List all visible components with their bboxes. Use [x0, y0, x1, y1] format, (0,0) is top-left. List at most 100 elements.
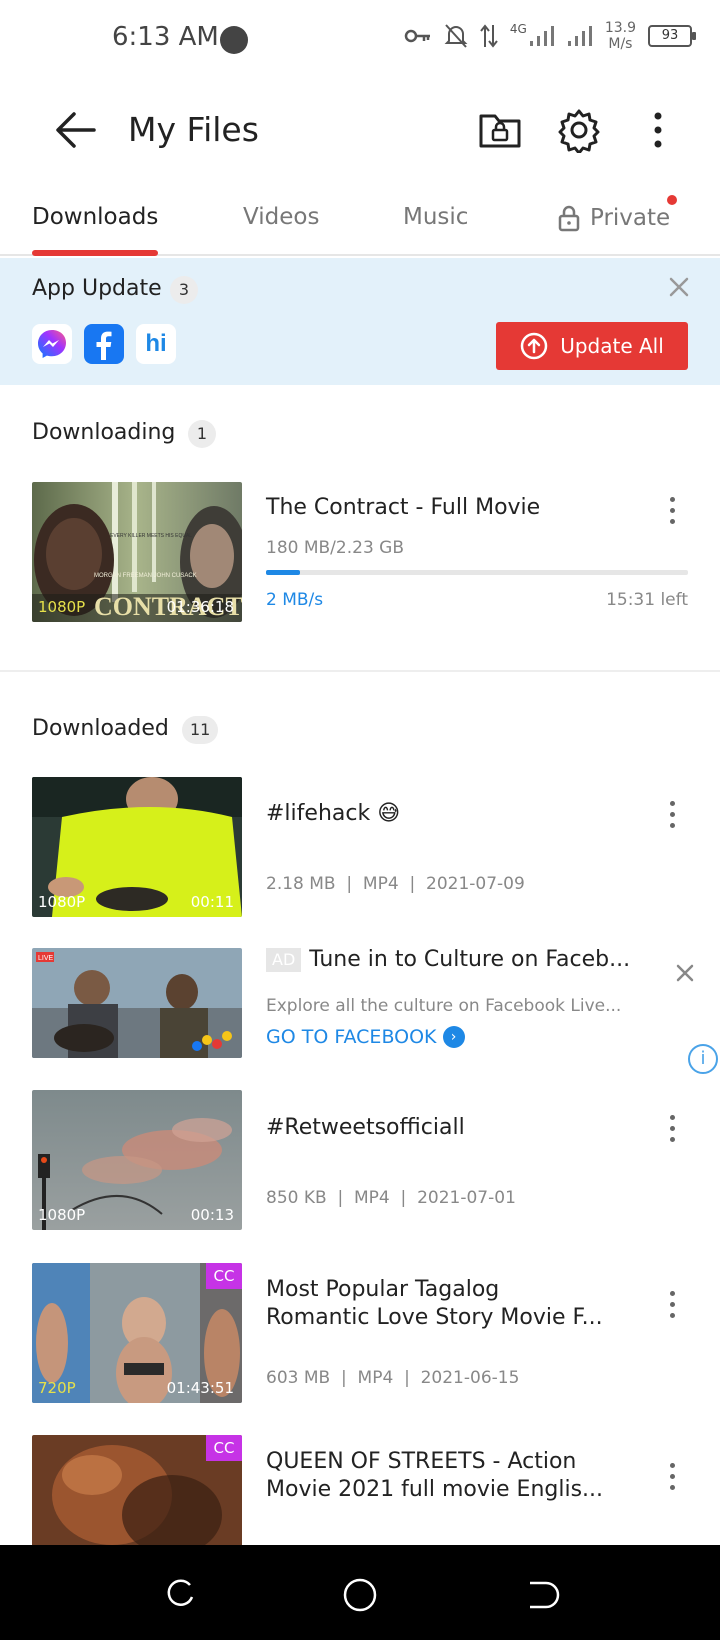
- section-divider: [0, 670, 720, 672]
- back-nav-icon: [530, 1581, 560, 1609]
- chevron-right-icon: ›: [442, 1026, 465, 1048]
- more-options-button[interactable]: [630, 102, 686, 158]
- app-update-title: App Update: [32, 276, 162, 301]
- duration-label: 01:43:51: [166, 1379, 234, 1397]
- video-title: #lifehack 😅: [266, 801, 401, 826]
- recent-apps-button[interactable]: [160, 1575, 200, 1615]
- duration-label: 00:11: [190, 893, 234, 911]
- close-icon: [669, 277, 689, 297]
- upload-circle-icon: [520, 332, 548, 360]
- facebook-icon[interactable]: [84, 324, 124, 364]
- home-circle-icon: [343, 1578, 377, 1612]
- hi-app-icon[interactable]: hi: [136, 324, 176, 364]
- video-thumbnail: 1080P 00:11: [32, 777, 242, 917]
- signal-icon-2: [567, 26, 592, 46]
- svg-text:MORGAN FREEMAN JOHN CUSACK: MORGAN FREEMAN JOHN CUSACK: [94, 573, 197, 579]
- ad-cta-label: GO TO FACEBOOK: [266, 1026, 437, 1048]
- duration-label: 00:13: [190, 1206, 234, 1224]
- app-update-banner: App Update 3 hi Update All: [0, 258, 720, 385]
- video-meta: 603 MB | MP4 | 2021-06-15: [266, 1368, 520, 1388]
- settings-button[interactable]: [551, 102, 607, 158]
- notification-dot-icon: [220, 26, 248, 54]
- cc-badge: CC: [206, 1263, 242, 1289]
- video-title-line-2: Romantic Love Story Movie F...: [266, 1305, 603, 1330]
- tab-private[interactable]: Private: [558, 204, 670, 232]
- mute-bell-icon: [444, 24, 468, 48]
- more-options-button[interactable]: [656, 490, 688, 530]
- video-title-line-2: Movie 2021 full movie Englis...: [266, 1477, 604, 1502]
- quality-label: 720P: [38, 1379, 76, 1397]
- more-options-button[interactable]: [656, 1108, 688, 1148]
- recent-apps-icon: [167, 1579, 194, 1606]
- ad-title-row: AD Tune in to Culture on Faceb...: [266, 946, 630, 974]
- private-folder-icon: [479, 114, 521, 148]
- update-all-label: Update All: [560, 334, 664, 358]
- downloading-count: 1: [188, 420, 216, 448]
- tab-bar: Downloads Videos Music Private: [0, 180, 720, 256]
- page-title: My Files: [128, 110, 259, 149]
- downloaded-section-title: Downloaded: [32, 716, 169, 741]
- app-bar: My Files: [0, 80, 720, 180]
- back-button[interactable]: [48, 102, 104, 158]
- tab-videos[interactable]: Videos: [243, 204, 319, 230]
- quality-label: 1080P: [38, 1206, 86, 1224]
- ad-info-icon[interactable]: i: [688, 1044, 718, 1074]
- signal-icon: [529, 26, 554, 46]
- vpn-key-icon: [404, 29, 430, 43]
- video-thumbnail: CC 720P 01:43:51: [32, 1263, 242, 1403]
- download-progress-bar: [266, 570, 688, 575]
- video-title: QUEEN OF STREETS - Action: [266, 1449, 577, 1474]
- video-title: Most Popular Tagalog: [266, 1277, 500, 1302]
- status-bar: 6:13 AM 4G 13.9 M/s 93: [0, 0, 720, 80]
- network-type: 4G: [509, 22, 527, 36]
- ad-title: Tune in to Culture on Faceb...: [309, 947, 631, 972]
- back-arrow-icon: [56, 112, 96, 148]
- close-icon: [676, 964, 694, 982]
- system-nav-bar: [0, 1545, 720, 1640]
- close-ad-button[interactable]: [670, 958, 700, 988]
- tab-private-label: Private: [590, 205, 671, 231]
- quality-label: 1080P: [38, 893, 86, 911]
- video-meta: 2.18 MB | MP4 | 2021-07-09: [266, 874, 525, 894]
- download-time-left: 15:31 left: [606, 590, 688, 610]
- video-thumbnail: CONTRACT MORGAN FREEMAN JOHN CUSACK EVER…: [32, 482, 242, 622]
- tab-music[interactable]: Music: [403, 204, 468, 230]
- download-speed: 2 MB/s: [266, 590, 324, 610]
- status-icons: 4G 13.9 M/s 93: [404, 20, 696, 52]
- svg-text:EVERY KILLER MEETS HIS EQUAL: EVERY KILLER MEETS HIS EQUAL: [110, 533, 192, 539]
- more-options-button[interactable]: [656, 1284, 688, 1324]
- data-transfer-icon: [480, 24, 498, 48]
- home-button[interactable]: [340, 1575, 380, 1615]
- gear-icon: [558, 109, 600, 153]
- battery-icon: 93: [648, 25, 696, 47]
- status-time: 6:13 AM: [112, 22, 219, 52]
- video-title: #Retweetsofficiall: [266, 1115, 465, 1140]
- ad-cta-link[interactable]: GO TO FACEBOOK ›: [266, 1026, 465, 1048]
- downloading-section-title: Downloading: [32, 420, 176, 445]
- more-options-button[interactable]: [656, 1456, 688, 1496]
- video-thumbnail: 1080P 00:13: [32, 1090, 242, 1230]
- private-folder-button[interactable]: [472, 102, 528, 158]
- downloaded-count: 11: [182, 716, 219, 744]
- ad-description: Explore all the culture on Facebook Live…: [266, 996, 622, 1016]
- my-files-screen: 6:13 AM 4G 13.9 M/s 93 My Files Download…: [0, 0, 720, 1640]
- quality-label: 1080P: [38, 598, 86, 616]
- video-meta: 850 KB | MP4 | 2021-07-01: [266, 1188, 516, 1208]
- app-update-count: 3: [170, 276, 198, 304]
- back-nav-button[interactable]: [520, 1575, 560, 1615]
- cc-badge: CC: [206, 1435, 242, 1461]
- downloading-title: The Contract - Full Movie: [266, 495, 541, 520]
- download-size: 180 MB/2.23 GB: [266, 538, 405, 558]
- lock-icon: [558, 205, 580, 232]
- close-banner-button[interactable]: [664, 272, 694, 302]
- more-vertical-icon: [654, 112, 662, 148]
- tab-downloads[interactable]: Downloads: [32, 204, 158, 230]
- more-options-button[interactable]: [656, 794, 688, 834]
- messenger-icon[interactable]: [32, 324, 72, 364]
- ad-thumbnail: LIVE: [32, 948, 242, 1058]
- svg-text:LIVE: LIVE: [38, 955, 54, 962]
- ad-badge: AD: [266, 948, 302, 972]
- update-all-button[interactable]: Update All: [496, 322, 688, 370]
- download-progress-fill: [266, 570, 300, 575]
- duration-label: 01:36:18: [166, 598, 234, 616]
